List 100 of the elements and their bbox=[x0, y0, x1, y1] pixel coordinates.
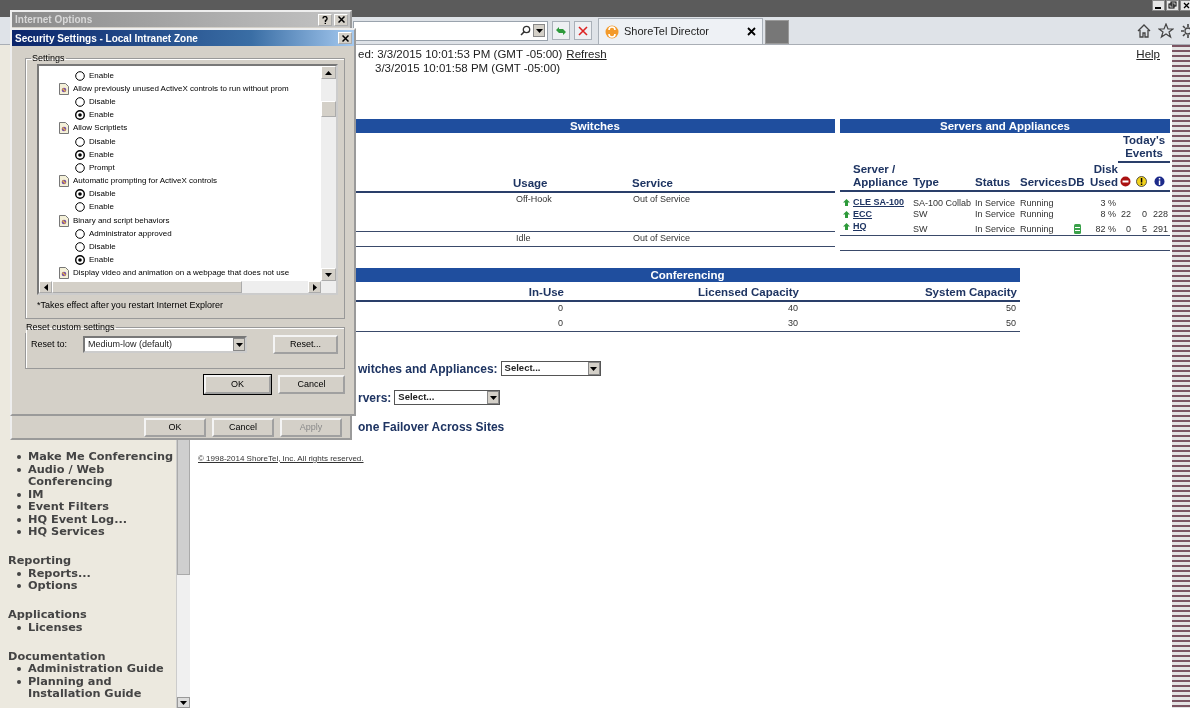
info-icon bbox=[1154, 176, 1165, 187]
nav-link[interactable]: IM bbox=[28, 488, 44, 501]
bullet-icon bbox=[17, 584, 21, 588]
refresh-icon bbox=[555, 25, 567, 36]
nav-link[interactable]: Planning and Installation Guide bbox=[28, 675, 176, 701]
column-header: In-Use bbox=[528, 286, 564, 298]
column-header: System Capacity bbox=[924, 286, 1017, 298]
refresh-link[interactable]: Refresh bbox=[566, 47, 607, 61]
radio-button[interactable] bbox=[75, 242, 85, 253]
radio-button[interactable] bbox=[75, 255, 85, 266]
note-text: *Takes effect after you restart Internet Explorer bbox=[37, 299, 224, 312]
help-button[interactable] bbox=[318, 13, 332, 26]
home-icon[interactable] bbox=[1136, 22, 1152, 39]
scroll-left-icon[interactable] bbox=[43, 283, 48, 291]
star-icon[interactable] bbox=[1158, 22, 1174, 39]
dialog-button[interactable]: OK bbox=[204, 375, 271, 394]
nav-link[interactable]: Make Me Conferencing bbox=[28, 451, 174, 464]
nav-link[interactable]: HQ Services bbox=[28, 526, 105, 539]
radio-button[interactable] bbox=[75, 228, 85, 239]
nav-link[interactable]: Administration Guide bbox=[28, 663, 164, 676]
window-title: Internet Options bbox=[15, 13, 93, 27]
close-button[interactable] bbox=[334, 13, 348, 26]
radio-button[interactable] bbox=[75, 136, 85, 147]
dropdown-button[interactable] bbox=[533, 24, 545, 37]
radio-button[interactable] bbox=[75, 189, 85, 200]
nav-link[interactable]: HQ Event Log... bbox=[28, 513, 128, 526]
radio-button[interactable] bbox=[75, 162, 85, 173]
close-button[interactable] bbox=[338, 32, 352, 44]
option-label: Enable bbox=[89, 148, 114, 161]
bullet-icon bbox=[17, 467, 21, 472]
dialog-button[interactable]: Cancel bbox=[278, 375, 345, 394]
table-cell: In Service bbox=[975, 209, 1016, 219]
stop-icon bbox=[578, 25, 588, 36]
bullet-icon bbox=[17, 455, 21, 459]
option-label: Enable bbox=[89, 69, 114, 82]
radio-button[interactable] bbox=[75, 110, 85, 121]
scroll-thumb[interactable] bbox=[52, 281, 242, 293]
search-icon[interactable] bbox=[520, 25, 531, 36]
table-cell: Off-Hook bbox=[516, 194, 552, 204]
radio-button[interactable] bbox=[75, 70, 85, 81]
field-label: rvers: bbox=[358, 389, 392, 407]
window-title: Security Settings - Local Intranet Zone bbox=[15, 31, 198, 46]
settings-list[interactable] bbox=[37, 64, 338, 295]
nav-link[interactable]: Audio / Web Conferencing bbox=[28, 463, 176, 489]
logo-icon bbox=[605, 24, 619, 39]
table-cell: 291 bbox=[1152, 223, 1168, 234]
tab-title: ShoreTel Director bbox=[624, 24, 710, 40]
scroll-right-icon[interactable] bbox=[312, 283, 317, 291]
dialog-button[interactable]: Cancel bbox=[212, 418, 274, 437]
column-header: Disk Used bbox=[1089, 163, 1118, 188]
minimize-icon[interactable] bbox=[1152, 0, 1165, 11]
table-cell: 8 % bbox=[1100, 209, 1116, 219]
nav-link[interactable]: Options bbox=[28, 580, 78, 593]
reset-button[interactable]: Reset... bbox=[273, 335, 338, 354]
bullet-icon bbox=[17, 679, 21, 684]
radio-button[interactable] bbox=[75, 149, 85, 160]
caret-icon bbox=[590, 366, 598, 371]
section-title: Documentation bbox=[8, 650, 107, 663]
refresh-button[interactable] bbox=[552, 21, 570, 40]
option-label: Enable bbox=[89, 201, 114, 214]
select-dropdown[interactable]: Select... bbox=[500, 361, 601, 376]
copyright-link[interactable]: © 1998-2014 ShoreTel, Inc. All rights reserved. bbox=[198, 452, 364, 465]
field-label: witches and Appliances: bbox=[358, 360, 498, 378]
radio-button[interactable] bbox=[75, 202, 85, 213]
column-header: Usage bbox=[513, 133, 632, 192]
table-cell: 0 bbox=[1142, 209, 1147, 219]
caret-icon bbox=[535, 28, 543, 33]
scrollbar[interactable] bbox=[39, 281, 336, 293]
nav-link[interactable]: Reports... bbox=[28, 567, 91, 580]
section-title: Applications bbox=[8, 609, 88, 622]
scroll-down-button[interactable] bbox=[177, 697, 190, 708]
browser-tab[interactable]: ShoreTel Director bbox=[598, 18, 763, 44]
select-dropdown[interactable]: Select... bbox=[394, 390, 501, 405]
table-cell: Running bbox=[1020, 197, 1054, 208]
server-link[interactable]: CLE SA-100 bbox=[853, 197, 905, 209]
field-label: Reset to: bbox=[31, 337, 69, 351]
help-link[interactable]: Help bbox=[1136, 47, 1160, 61]
scrollbar[interactable] bbox=[321, 66, 336, 281]
scroll-thumb[interactable] bbox=[321, 101, 336, 117]
events-heading: Today's Events bbox=[1118, 133, 1170, 162]
close-icon[interactable] bbox=[747, 27, 756, 36]
server-link[interactable]: ECC bbox=[853, 209, 872, 221]
table-cell: 30 bbox=[788, 317, 798, 328]
column-header: Status bbox=[975, 176, 1011, 188]
close-icon[interactable] bbox=[1180, 0, 1190, 11]
bullet-icon bbox=[17, 667, 21, 671]
server-link[interactable]: HQ bbox=[853, 220, 867, 232]
address-field[interactable] bbox=[353, 20, 548, 41]
column-header: DB bbox=[1068, 176, 1085, 188]
restore-icon[interactable] bbox=[1166, 0, 1179, 11]
nav-link[interactable]: Event Filters bbox=[28, 501, 109, 514]
column-header: Type bbox=[913, 176, 939, 188]
scroll-up-icon[interactable] bbox=[325, 70, 332, 75]
stop-button[interactable] bbox=[574, 21, 592, 40]
column-header: Licensed Capacity bbox=[698, 286, 799, 298]
radio-button[interactable] bbox=[75, 96, 85, 107]
dialog-button[interactable]: OK bbox=[144, 418, 206, 437]
scroll-down-icon[interactable] bbox=[325, 272, 332, 277]
select-dropdown[interactable]: Medium-low (default) bbox=[83, 336, 247, 353]
nav-link[interactable]: Licenses bbox=[28, 621, 83, 634]
